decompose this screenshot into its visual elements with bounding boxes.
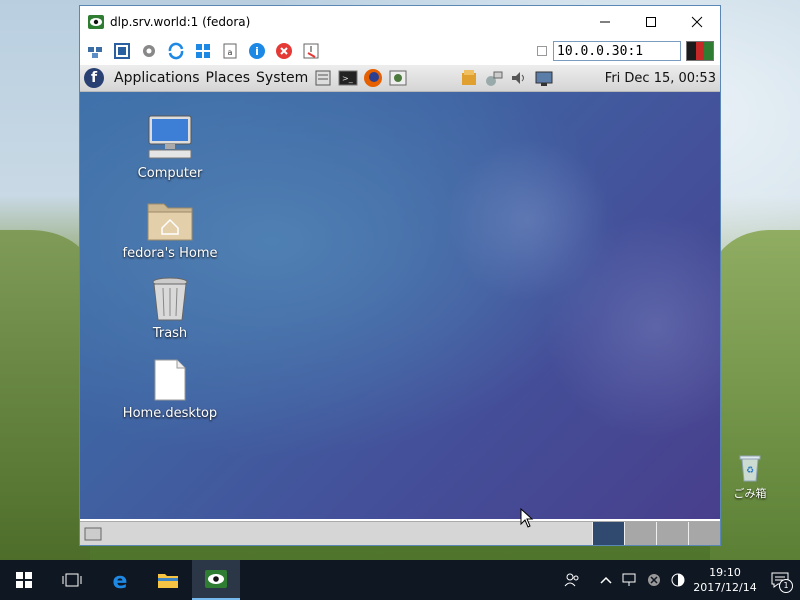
show-desktop-icon[interactable] — [83, 525, 103, 543]
viewer-toolbar: a i — [80, 37, 720, 65]
fullscreen-icon[interactable] — [111, 40, 133, 62]
connection-options-icon[interactable] — [84, 40, 106, 62]
task-view-button[interactable] — [48, 560, 96, 600]
svg-text:♻: ♻ — [746, 466, 754, 476]
windows-taskbar: e 19:10 2017/12/14 1 — [0, 560, 800, 600]
taskbar-date: 2017/12/14 — [693, 581, 757, 594]
taskbar-clock[interactable]: 19:10 2017/12/14 — [690, 565, 760, 595]
maximize-button[interactable] — [628, 6, 674, 37]
file-manager-launcher-icon[interactable] — [313, 68, 333, 88]
desktop-icon-label: Trash — [152, 326, 188, 341]
refresh-icon[interactable] — [165, 40, 187, 62]
notification-count-badge: 1 — [779, 579, 793, 593]
wallpaper-hill-right — [710, 230, 800, 560]
fedora-bottom-panel — [80, 521, 720, 545]
remote-fedora-screen[interactable]: f Applications Places System >_ Fri Dec … — [80, 65, 720, 545]
minimize-button[interactable] — [582, 6, 628, 37]
svg-text:>_: >_ — [342, 74, 354, 83]
desktop-icon-home[interactable]: fedora's Home — [115, 192, 225, 261]
svg-text:e: e — [113, 569, 128, 591]
ime-icon[interactable] — [666, 560, 690, 600]
fedora-desktop[interactable]: Computer fedora's Home Trash Home.deskto… — [80, 92, 720, 519]
workspace-2[interactable] — [624, 522, 656, 545]
settings-icon[interactable] — [138, 40, 160, 62]
network-tray-icon[interactable] — [484, 68, 504, 88]
system-tray: 19:10 2017/12/14 1 — [560, 560, 800, 600]
recycle-bin[interactable]: ♻ ごみ箱 — [728, 452, 772, 501]
terminal-launcher-icon[interactable]: >_ — [338, 68, 358, 88]
people-icon[interactable] — [560, 560, 584, 600]
file-explorer-icon[interactable] — [144, 560, 192, 600]
windows-key-icon[interactable] — [192, 40, 214, 62]
workspace-4[interactable] — [688, 522, 720, 545]
desktop-icon-home-desktop[interactable]: Home.desktop — [115, 352, 225, 421]
disconnect-icon[interactable] — [273, 40, 295, 62]
server-address-input[interactable] — [553, 41, 681, 61]
workspace-3[interactable] — [656, 522, 688, 545]
desktop-icon-trash[interactable]: Trash — [115, 272, 225, 341]
edge-browser-icon[interactable]: e — [96, 560, 144, 600]
recycle-bin-icon: ♻ — [737, 452, 763, 482]
tigervnc-taskbar-icon[interactable] — [192, 560, 240, 600]
wallpaper-hill-left — [0, 230, 90, 560]
menu-system[interactable]: System — [256, 70, 308, 86]
desktop-icon-label: Computer — [137, 166, 203, 181]
info-icon[interactable]: i — [246, 40, 268, 62]
updates-tray-icon[interactable] — [459, 68, 479, 88]
keyboard-layout-flag-icon[interactable] — [686, 41, 714, 61]
document-icon — [115, 352, 225, 402]
trash-icon — [115, 272, 225, 322]
start-button[interactable] — [0, 560, 48, 600]
volume-muted-icon[interactable] — [642, 560, 666, 600]
address-indicator-icon — [537, 46, 547, 56]
show-hidden-icons-chevron-icon[interactable] — [594, 560, 618, 600]
fedora-clock[interactable]: Fri Dec 15, 00:53 — [605, 71, 716, 86]
workspace-1[interactable] — [592, 522, 624, 545]
desktop-icon-computer[interactable]: Computer — [115, 112, 225, 181]
computer-icon — [115, 112, 225, 162]
ctrl-alt-del-icon[interactable]: a — [219, 40, 241, 62]
fedora-logo-icon[interactable]: f — [84, 68, 104, 88]
mail-launcher-icon[interactable] — [388, 68, 408, 88]
firefox-launcher-icon[interactable] — [363, 68, 383, 88]
desktop-icon-label: fedora's Home — [122, 246, 218, 261]
svg-text:i: i — [255, 45, 259, 58]
desktop-icon-label: Home.desktop — [122, 406, 218, 421]
menu-applications[interactable]: Applications — [114, 70, 200, 86]
tigervnc-eye-icon — [88, 14, 104, 29]
address-area — [537, 41, 720, 61]
network-status-tray-icon[interactable] — [534, 68, 554, 88]
action-center-button[interactable]: 1 — [760, 560, 800, 600]
volume-tray-icon[interactable] — [509, 68, 529, 88]
network-icon[interactable] — [618, 560, 642, 600]
close-button[interactable] — [674, 6, 720, 37]
recycle-bin-label: ごみ箱 — [733, 487, 767, 500]
fedora-top-panel: f Applications Places System >_ Fri Dec … — [80, 65, 720, 92]
svg-text:a: a — [228, 48, 233, 57]
window-title: dlp.srv.world:1 (fedora) — [110, 14, 251, 29]
mouse-cursor-icon — [520, 507, 534, 532]
transfer-icon[interactable] — [300, 40, 322, 62]
vnc-viewer-window[interactable]: dlp.srv.world:1 (fedora) a i 10.0.0.30:1… — [79, 5, 721, 546]
taskbar-time: 19:10 — [709, 566, 741, 579]
home-folder-icon — [115, 192, 225, 242]
title-bar[interactable]: dlp.srv.world:1 (fedora) — [80, 6, 720, 37]
menu-places[interactable]: Places — [206, 70, 251, 86]
